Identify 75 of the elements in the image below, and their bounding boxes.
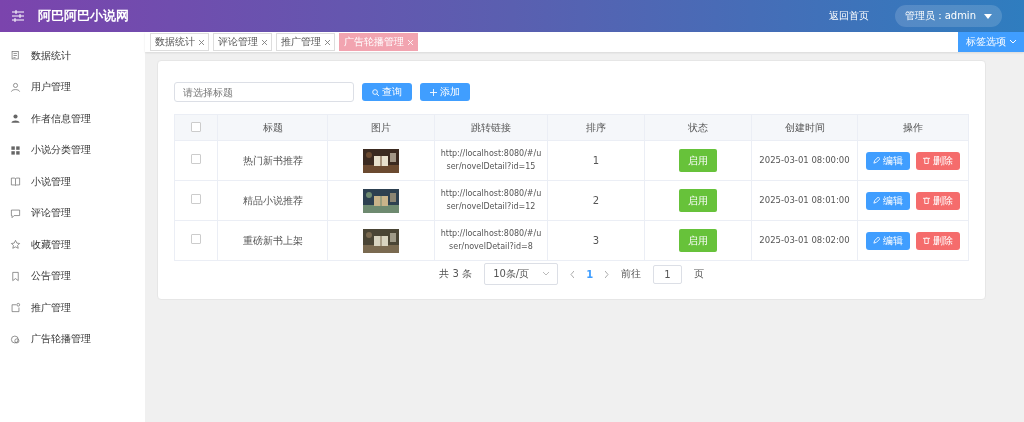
person-icon [10, 113, 21, 125]
close-icon[interactable] [199, 39, 204, 45]
caret-icon [984, 13, 992, 19]
circles-icon [10, 333, 21, 345]
sidebar-item[interactable]: 小说管理 [0, 166, 145, 198]
page-input[interactable]: 1 [653, 264, 682, 284]
plus-icon [430, 88, 437, 96]
column-header: 创建时间 [751, 114, 858, 141]
row-checkbox[interactable] [191, 154, 201, 164]
page-size-select[interactable]: 10条/页 [484, 263, 559, 285]
sidebar-item[interactable]: 公告管理 [0, 260, 145, 292]
trash-icon [923, 157, 930, 164]
close-icon[interactable] [325, 39, 330, 45]
column-header: 标题 [217, 114, 328, 141]
table-cell: 2025-03-01 08:01:00 [751, 180, 858, 221]
search-field[interactable]: 请选择标题 [174, 82, 354, 102]
chevron-icon [1010, 40, 1016, 44]
table-cell: http://localhost:8080/#/user/novelDetail?id=15 [434, 140, 548, 181]
column-header: 状态 [644, 114, 752, 141]
table-cell: 2025-03-01 08:02:00 [751, 220, 858, 261]
table-cell: 热门新书推荐 [217, 140, 328, 181]
user-menu[interactable]: 管理员：admin [894, 5, 1002, 27]
status-tag: 启用 [679, 149, 717, 172]
sidebar-item[interactable]: 小说分类管理 [0, 134, 145, 166]
table-cell: 精品小说推荐 [217, 180, 328, 221]
sidebar-item[interactable]: 评论管理 [0, 197, 145, 229]
table-cell: 重磅新书上架 [217, 220, 328, 261]
sidebar-item[interactable]: 用户管理 [0, 71, 145, 103]
trash-icon [923, 237, 930, 244]
share-icon [10, 302, 21, 314]
sidebar-item[interactable]: 作者信息管理 [0, 103, 145, 135]
page-tab[interactable]: 评论管理 [213, 33, 272, 51]
table-cell: 2025-03-01 08:00:00 [751, 140, 858, 181]
grid-icon [10, 144, 21, 156]
row-checkbox[interactable] [191, 194, 201, 204]
row-checkbox[interactable] [191, 234, 201, 244]
table-cell: http://localhost:8080/#/user/novelDetail?id=8 [434, 220, 548, 261]
table-cell: 3 [547, 220, 645, 261]
select-all-checkbox[interactable] [191, 121, 201, 132]
page-tab[interactable]: 推广管理 [276, 33, 335, 51]
close-icon[interactable] [262, 39, 267, 45]
sidebar-item[interactable]: 推广管理 [0, 292, 145, 324]
table-cell: 2 [547, 180, 645, 221]
status-tag: 启用 [679, 229, 717, 252]
book-icon [10, 176, 21, 188]
sidebar-item[interactable]: 数据统计 [0, 40, 145, 72]
status-tag: 启用 [679, 189, 717, 212]
pencil-icon [873, 197, 880, 204]
goto-label: 前往 [621, 267, 642, 281]
page-unit: 页 [693, 267, 704, 281]
page-tab[interactable]: 数据统计 [150, 33, 209, 51]
star-icon [10, 239, 21, 251]
column-header: 排序 [547, 114, 645, 141]
search-icon [372, 88, 379, 96]
column-header: 操作 [857, 114, 969, 141]
home-link[interactable]: 返回首页 [828, 9, 869, 23]
menu-icon[interactable] [12, 10, 24, 22]
table-cell: 1 [547, 140, 645, 181]
site-title: 阿巴阿巴小说网 [38, 7, 129, 25]
trash-icon [923, 197, 930, 204]
total-count: 共 3 条 [439, 267, 473, 281]
column-header: 图片 [327, 114, 435, 141]
table-cell: http://localhost:8080/#/user/novelDetail?id=12 [434, 180, 548, 221]
previous-page-icon[interactable] [570, 270, 575, 278]
sidebar-item[interactable]: 收藏管理 [0, 229, 145, 261]
column-header: 跳转链接 [434, 114, 548, 141]
chevron-icon [543, 272, 550, 276]
next-page-icon[interactable] [605, 270, 610, 278]
pencil-icon [873, 237, 880, 244]
document-icon [10, 50, 21, 62]
user-icon [10, 81, 21, 93]
comment-icon [10, 207, 21, 219]
bookmark-icon [10, 270, 21, 282]
sidebar-item[interactable]: 广告轮播管理 [0, 323, 145, 355]
pencil-icon [873, 157, 880, 164]
